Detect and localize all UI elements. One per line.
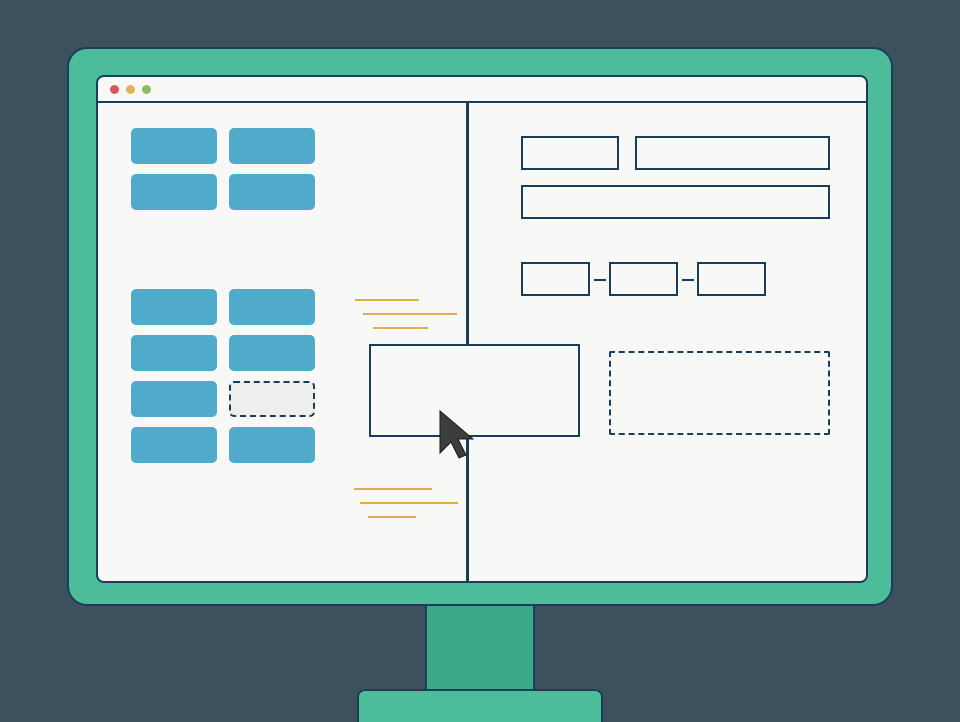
monitor-stand-base — [357, 689, 603, 722]
maximize-icon[interactable] — [142, 85, 151, 94]
form-input[interactable] — [635, 136, 830, 170]
text-line — [355, 299, 419, 301]
pane-divider[interactable] — [466, 103, 469, 581]
palette-tile[interactable] — [229, 174, 315, 210]
palette-tile[interactable] — [229, 427, 315, 463]
tile-group-bottom — [131, 289, 321, 463]
palette-tile[interactable] — [131, 289, 217, 325]
stepper-segment[interactable] — [609, 262, 678, 296]
stepper-segment[interactable] — [697, 262, 766, 296]
app-window — [96, 75, 868, 583]
palette-tile[interactable] — [229, 335, 315, 371]
monitor-stand-neck — [425, 604, 535, 694]
dash-connector-icon — [682, 279, 694, 281]
label-lines-group — [354, 488, 458, 518]
palette-tile[interactable] — [131, 174, 217, 210]
palette-drag-origin-placeholder[interactable] — [229, 381, 315, 417]
tile-group-top — [131, 128, 321, 210]
palette-tile[interactable] — [131, 128, 217, 164]
form-dropzone[interactable] — [609, 351, 830, 435]
window-content — [98, 103, 866, 581]
text-line — [368, 516, 416, 518]
stepper-segment[interactable] — [521, 262, 590, 296]
text-line — [373, 327, 428, 329]
close-icon[interactable] — [110, 85, 119, 94]
palette-tile[interactable] — [131, 381, 217, 417]
text-line — [354, 488, 432, 490]
cursor-pointer-icon — [437, 409, 479, 461]
palette-tile[interactable] — [131, 335, 217, 371]
text-line — [360, 502, 458, 504]
label-lines-group — [355, 299, 457, 329]
form-input[interactable] — [521, 136, 619, 170]
monitor-frame — [67, 47, 893, 606]
form-input[interactable] — [521, 185, 830, 219]
dash-connector-icon — [594, 279, 606, 281]
text-line — [363, 313, 457, 315]
window-titlebar — [98, 77, 866, 103]
palette-tile[interactable] — [131, 427, 217, 463]
palette-tile[interactable] — [229, 128, 315, 164]
minimize-icon[interactable] — [126, 85, 135, 94]
palette-tile[interactable] — [229, 289, 315, 325]
